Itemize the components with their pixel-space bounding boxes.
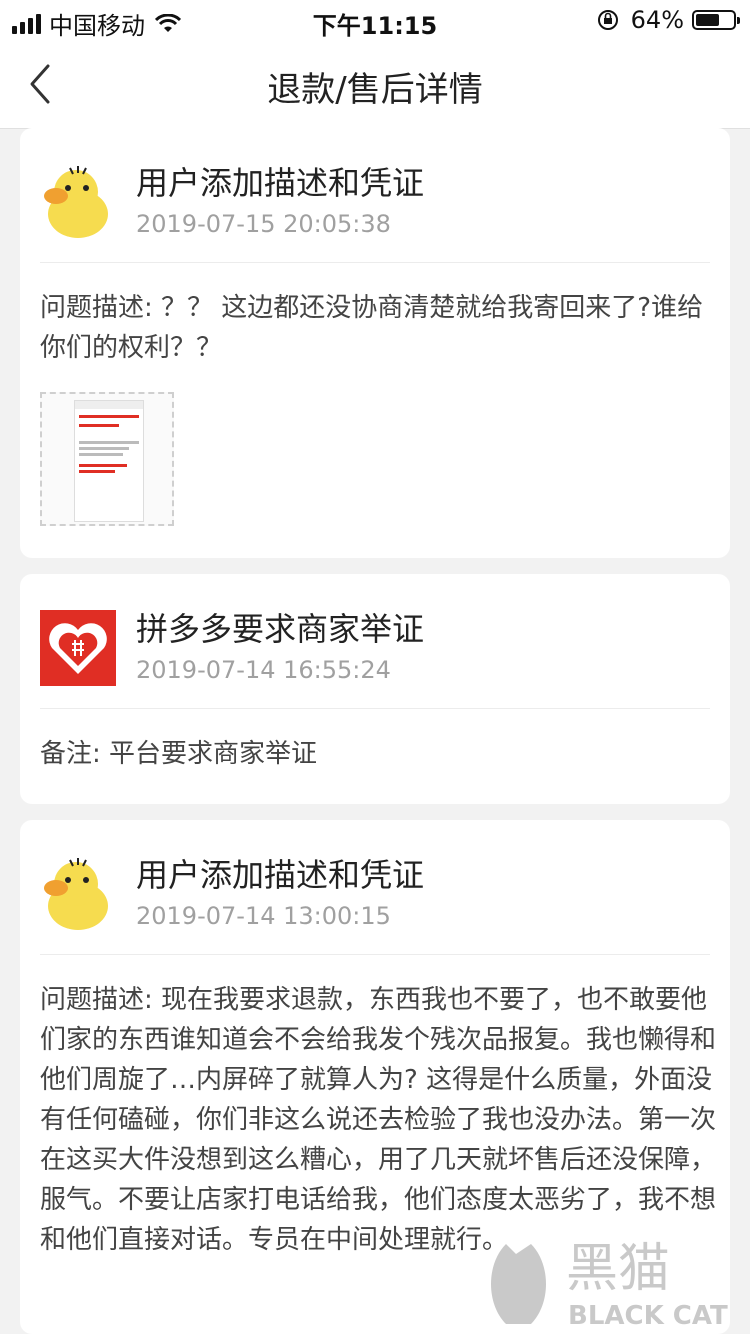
battery-percent: 64% — [630, 6, 684, 34]
card-description: 问题描述: 现在我要求退款，东西我也不要了，也不敢要他们家的东西谁知道会不会给我… — [40, 985, 717, 1255]
duck-avatar — [44, 166, 108, 238]
watermark-text: 黑猫 — [566, 1239, 670, 1299]
battery-fill — [696, 14, 719, 26]
card-time: 2019-07-15 20:05:38 — [136, 210, 391, 238]
card-note: 备注: 平台要求商家举证 — [40, 739, 318, 769]
timeline-card: 拼多多要求商家举证 2019-07-14 16:55:24 备注: 平台要求商家… — [20, 574, 730, 804]
card-header: 用户添加描述和凭证 2019-07-14 13:00:15 — [40, 836, 710, 955]
status-right: 64% — [597, 6, 740, 34]
card-header: 拼多多要求商家举证 2019-07-14 16:55:24 — [40, 590, 710, 709]
card-title: 用户添加描述和凭证 — [136, 856, 425, 894]
card-description: 问题描述: ？？ 这边都还没协商清楚就给我寄回来了?谁给你们的权利？？ — [40, 293, 704, 363]
page-title: 退款/售后详情 — [267, 70, 483, 110]
card-time: 2019-07-14 13:00:15 — [136, 902, 391, 930]
card-title: 用户添加描述和凭证 — [136, 164, 425, 202]
black-cat-watermark: 黑猫 BLACK CAT — [491, 1239, 728, 1331]
status-bar: 中国移动 下午11:15 64% — [0, 0, 750, 40]
duck-avatar — [44, 858, 108, 930]
battery-icon — [692, 10, 740, 30]
nav-bar: 退款/售后详情 — [0, 40, 750, 129]
screenshot-thumbnail — [74, 400, 144, 522]
card-title: 拼多多要求商家举证 — [136, 610, 425, 648]
watermark-subtext: BLACK CAT — [568, 1301, 728, 1331]
orientation-lock-icon — [597, 10, 618, 30]
card-header: 用户添加描述和凭证 2019-07-15 20:05:38 — [40, 144, 710, 263]
card-time: 2019-07-14 16:55:24 — [136, 656, 391, 684]
pinduoduo-logo-icon — [40, 610, 116, 686]
evidence-image[interactable] — [40, 392, 174, 526]
timeline-card: 用户添加描述和凭证 2019-07-15 20:05:38 问题描述: ？？ 这… — [20, 128, 730, 558]
